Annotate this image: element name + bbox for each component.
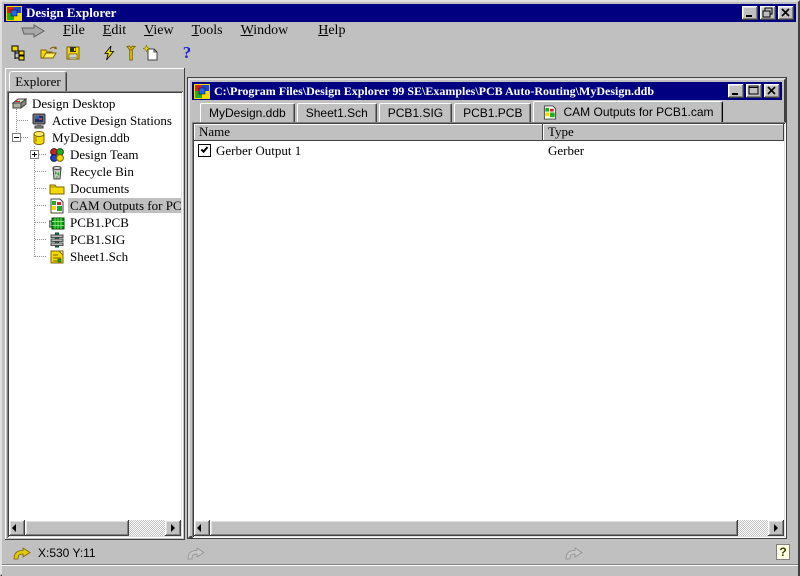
toolbar: ? xyxy=(4,40,796,67)
doc-minimize-button-icon[interactable] xyxy=(728,84,744,98)
close-button-icon[interactable] xyxy=(778,6,794,20)
compile-icon[interactable] xyxy=(98,42,120,64)
tree-connector xyxy=(35,222,47,223)
menu-edit[interactable]: Edit xyxy=(94,22,135,40)
main-window: Design Explorer File Edit View Tools Win… xyxy=(0,0,800,576)
cam-outputs-view: Name Type Gerber Output 1 Gerber xyxy=(192,122,786,538)
recycle-bin-icon xyxy=(49,164,65,180)
row-checkbox[interactable] xyxy=(198,144,211,157)
tree-horizontal-scrollbar[interactable] xyxy=(9,520,181,536)
help-icon[interactable]: ? xyxy=(176,42,198,64)
explorer-toggle-icon[interactable] xyxy=(8,42,30,64)
tree-connector xyxy=(35,205,47,206)
scroll-left-icon[interactable] xyxy=(194,520,210,536)
open-document-icon[interactable] xyxy=(38,42,60,64)
cam-document-icon xyxy=(542,105,558,120)
tree-connector xyxy=(34,146,35,258)
tree-connector xyxy=(35,256,47,257)
document-icon xyxy=(194,84,210,99)
doc-close-button-icon[interactable] xyxy=(764,84,780,98)
tree-item-active-design-stations[interactable]: Active Design Stations xyxy=(9,112,181,129)
restore-button-icon[interactable] xyxy=(760,6,776,20)
tab-mydesign-ddb[interactable]: MyDesign.ddb xyxy=(200,103,295,122)
cursor-coordinates: X:530 Y:11 xyxy=(38,546,96,560)
document-horizontal-scrollbar[interactable] xyxy=(194,520,784,536)
document-titlebar[interactable]: C:\Program Files\Design Explorer 99 SE\E… xyxy=(192,82,782,100)
design-tree: Design Desktop Active Design Stations My… xyxy=(7,91,183,538)
column-header-type[interactable]: Type xyxy=(543,124,784,141)
output-type: Gerber xyxy=(543,143,784,159)
scroll-left-icon[interactable] xyxy=(9,520,25,536)
status-bar: X:530 Y:11 ? xyxy=(4,542,796,564)
menu-bar: File Edit View Tools Window Help xyxy=(4,22,796,40)
expand-toggle-plus[interactable] xyxy=(30,150,39,159)
folder-icon xyxy=(49,181,65,197)
tab-pcb1-sig[interactable]: PCB1.SIG xyxy=(379,103,452,122)
minimize-button-icon[interactable] xyxy=(742,6,758,20)
workstation-icon xyxy=(31,113,47,129)
menu-file[interactable]: File xyxy=(54,22,94,40)
options-icon[interactable] xyxy=(120,42,142,64)
document-tab-bar: MyDesign.ddb Sheet1.Sch PCB1.SIG PCB1.PC… xyxy=(192,101,782,122)
tree-item-mydesign-ddb[interactable]: MyDesign.ddb xyxy=(9,129,181,146)
doc-maximize-button-icon[interactable] xyxy=(746,84,762,98)
scrollbar-thumb[interactable] xyxy=(210,520,738,536)
tab-explorer[interactable]: Explorer xyxy=(9,71,67,91)
tree-connector xyxy=(17,120,29,121)
menu-tools[interactable]: Tools xyxy=(183,22,232,40)
team-icon xyxy=(49,147,65,163)
new-document-icon[interactable] xyxy=(140,42,162,64)
collapse-toggle-minus[interactable] xyxy=(12,133,21,142)
bottom-panel xyxy=(2,564,798,576)
menu-help[interactable]: Help xyxy=(309,22,354,40)
table-row[interactable]: Gerber Output 1 Gerber xyxy=(194,141,784,160)
schematic-document-icon xyxy=(49,249,65,265)
scrollbar-track[interactable] xyxy=(738,520,768,536)
desktop-icon xyxy=(11,96,27,112)
tree-connector xyxy=(35,239,47,240)
save-icon[interactable] xyxy=(62,42,84,64)
column-header-name[interactable]: Name xyxy=(194,124,543,141)
design-menu-arrow-icon[interactable] xyxy=(20,24,46,38)
status-arrow-icon xyxy=(12,547,32,560)
tab-sheet1-sch[interactable]: Sheet1.Sch xyxy=(297,103,377,122)
titlebar[interactable]: Design Explorer xyxy=(4,4,796,22)
scroll-right-icon[interactable] xyxy=(165,520,181,536)
scrollbar-thumb[interactable] xyxy=(25,520,129,536)
table-header: Name Type xyxy=(194,124,784,141)
app-icon xyxy=(6,6,22,21)
output-name: Gerber Output 1 xyxy=(216,143,301,159)
menu-view[interactable]: View xyxy=(135,22,183,40)
tree-connector xyxy=(35,188,47,189)
scrollbar-track[interactable] xyxy=(129,520,165,536)
tab-cam-outputs[interactable]: CAM Outputs for PCB1.cam xyxy=(533,101,722,122)
window-title: Design Explorer xyxy=(26,5,116,21)
pcb-document-icon xyxy=(49,215,65,231)
status-arrow-icon-gray xyxy=(564,547,584,560)
tree-item-design-desktop[interactable]: Design Desktop xyxy=(9,95,181,112)
cam-outputs-icon xyxy=(49,198,65,214)
scroll-right-icon[interactable] xyxy=(768,520,784,536)
document-window: C:\Program Files\Design Explorer 99 SE\E… xyxy=(188,78,786,538)
signal-document-icon xyxy=(49,232,65,248)
tree-connector xyxy=(35,171,47,172)
tab-pcb1-pcb[interactable]: PCB1.PCB xyxy=(454,103,531,122)
database-icon xyxy=(31,130,47,146)
status-arrow-icon-gray xyxy=(186,547,206,560)
menu-window[interactable]: Window xyxy=(232,22,298,40)
context-help-icon[interactable]: ? xyxy=(776,544,790,560)
document-title: C:\Program Files\Design Explorer 99 SE\E… xyxy=(214,84,728,99)
explorer-panel: Explorer xyxy=(5,68,185,540)
